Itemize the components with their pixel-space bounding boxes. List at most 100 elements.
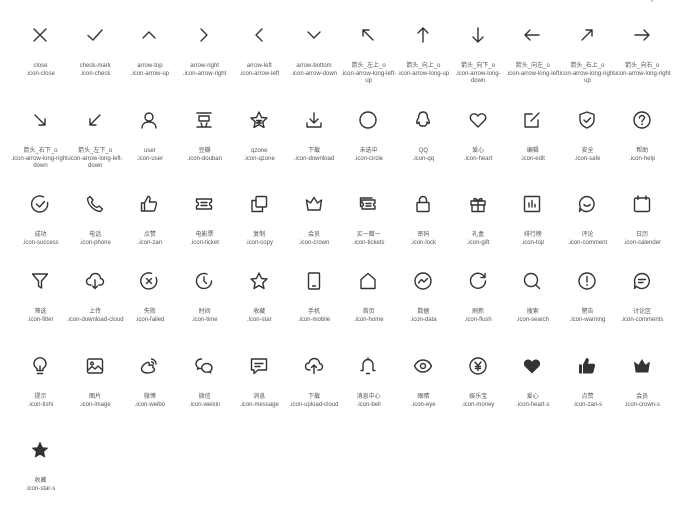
icon-display-name: 帮助 xyxy=(636,148,649,154)
icon-class-name: .icon-comments xyxy=(621,316,664,323)
icon-display-name: 爱心 xyxy=(472,148,485,154)
icon-class-name: .icon-flush xyxy=(464,316,492,323)
icon-class-name: .icon-weixin xyxy=(188,401,221,408)
icon-label: 讨论区 .icon-comments xyxy=(613,309,672,324)
icon-display-name: 图片 xyxy=(89,394,102,400)
search-icon xyxy=(521,270,543,292)
zan-icon xyxy=(138,193,160,215)
icon-class-name: .icon-heart xyxy=(463,155,493,162)
icon-label: 上传 .icon-download-cloud xyxy=(66,309,125,324)
icon-class-name: .icon-heart-s xyxy=(516,401,550,408)
icon-class-name: .icon-warning xyxy=(569,316,606,323)
star-icon xyxy=(248,270,270,292)
partial-label: ...arrow-right xyxy=(615,0,669,2)
icon-class-name: .icon-arrow-down xyxy=(290,70,338,77)
icon-label: arrow-bottom .icon-arrow-down xyxy=(285,63,344,78)
icon-label: 买一赠一 .icon-tickets xyxy=(339,232,398,247)
icon-label: 豆瓣 .icon-douban xyxy=(175,148,234,163)
icon-label: 爱心 .icon-heart xyxy=(449,148,508,163)
icon-class-name: .icon-copy xyxy=(245,239,273,246)
safe-icon xyxy=(576,109,598,131)
icon-label: arrow-top .icon-arrow-up xyxy=(120,63,179,78)
icon-display-name: 上传 xyxy=(89,309,102,315)
crown-icon xyxy=(303,193,325,215)
icon-class-name: .icon-arrow-up xyxy=(130,70,170,77)
douban-icon xyxy=(193,109,215,131)
icon-class-name: .icon-crown xyxy=(298,239,330,246)
icon-display-name: qzone xyxy=(251,148,268,154)
icon-label: 会员 .icon-crown-s xyxy=(613,394,672,409)
icon-label: 箭头_右上_o .icon-arrow-long-right-up xyxy=(558,63,617,86)
icon-label: 箭头_右下_o .icon-arrow-long-right-down xyxy=(11,148,70,171)
icon-class-name: .icon-gift xyxy=(466,239,490,246)
icon-display-name: 箭头_右上_o xyxy=(570,63,605,69)
icon-display-name: 警告 xyxy=(581,309,594,315)
crown-solid-icon xyxy=(631,355,653,377)
icon-display-name: 日历 xyxy=(636,232,649,238)
calendar-icon xyxy=(631,193,653,215)
icon-label: 排行榜 .icon-top xyxy=(503,232,562,247)
warning-icon xyxy=(576,270,598,292)
icon-display-name: 编辑 xyxy=(526,148,539,154)
icon-display-name: 下载 xyxy=(307,394,320,400)
icon-class-name: .icon-arrow-long-down xyxy=(455,70,501,85)
icon-label: 筛选 .icon-filter xyxy=(11,309,70,324)
icon-display-name: QQ xyxy=(418,148,429,154)
icon-label: 警告 .icon-warning xyxy=(558,309,617,324)
download-icon xyxy=(303,109,325,131)
icon-class-name: .icon-ticket xyxy=(190,239,219,246)
icon-class-name: .icon-arrow-long-up xyxy=(397,70,450,77)
icon-display-name: 眼睛 xyxy=(417,394,430,400)
icon-class-name: .icon-success xyxy=(22,239,59,246)
arrow-top-icon xyxy=(138,24,160,46)
icon-class-name: .icon-arrow-long-left xyxy=(506,70,560,77)
icon-class-name: .icon-weibo xyxy=(134,401,166,408)
help-icon xyxy=(631,109,653,131)
icon-class-name: .icon-tishi xyxy=(27,401,54,408)
icon-label: QQ .icon-qq xyxy=(394,148,453,163)
icon-class-name: .icon-eye xyxy=(411,401,436,408)
icon-display-name: 买一赠一 xyxy=(356,232,381,238)
icon-label: 首页 .icon-home xyxy=(339,309,398,324)
icon-display-name: 数据 xyxy=(417,309,430,315)
icon-class-name: .icon-check xyxy=(80,70,111,77)
icon-class-name: .icon-circle xyxy=(354,155,384,162)
icon-label: qzone .icon-qzone xyxy=(230,148,289,163)
icon-class-name: .icon-filter xyxy=(27,316,54,323)
arrow-long-up-icon xyxy=(412,24,434,46)
icon-label: 消息中心 .icon-bell xyxy=(339,394,398,409)
top-partial-row: ............ icon-arrow-.....arrow-right xyxy=(0,0,683,6)
icon-display-name: 评论 xyxy=(581,232,594,238)
icon-display-name: 下载 xyxy=(307,148,320,154)
icon-label: arrow-left .icon-arrow-left xyxy=(230,63,289,78)
close-icon xyxy=(29,24,51,46)
qzone-icon xyxy=(248,109,270,131)
icon-class-name: .icon-arrow-long-right-down xyxy=(11,155,70,170)
download-cloud-icon xyxy=(84,270,106,292)
icon-class-name: .icon-arrow-long-right-up xyxy=(558,70,617,85)
icon-display-name: 排行榜 xyxy=(523,232,542,238)
icon-label: 眼睛 .icon-eye xyxy=(394,394,453,409)
mobile-icon xyxy=(303,270,325,292)
icon-display-name: user xyxy=(144,148,156,154)
icon-label: 会员 .icon-crown xyxy=(285,232,344,247)
icon-class-name: .icon-image xyxy=(79,401,111,408)
money-icon xyxy=(467,355,489,377)
icon-class-name: .icon-zan-s xyxy=(572,401,603,408)
user-icon xyxy=(138,109,160,131)
arrow-long-right-down-icon xyxy=(29,109,51,131)
arrow-long-left-down-icon xyxy=(84,109,106,131)
icon-label: check-mark .icon-check xyxy=(66,63,125,78)
icon-class-name: .icon-douban xyxy=(187,155,222,162)
icon-display-name: 消息 xyxy=(253,394,266,400)
icon-label: 点赞 .icon-zan-s xyxy=(558,394,617,409)
icon-label: 点赞 .icon-zan xyxy=(120,232,179,247)
icon-label: user .icon-user xyxy=(120,148,179,163)
icon-label: 日历 .icon-calender xyxy=(613,232,672,247)
icon-display-name: 箭头_向左_o xyxy=(515,63,550,69)
icon-class-name: .icon-phone xyxy=(79,239,111,246)
circle-icon xyxy=(357,109,379,131)
icon-label: 微信 .icon-weixin xyxy=(175,394,234,409)
icon-display-name: 筛选 xyxy=(34,309,47,315)
icon-label: 成功 .icon-success xyxy=(11,232,70,247)
